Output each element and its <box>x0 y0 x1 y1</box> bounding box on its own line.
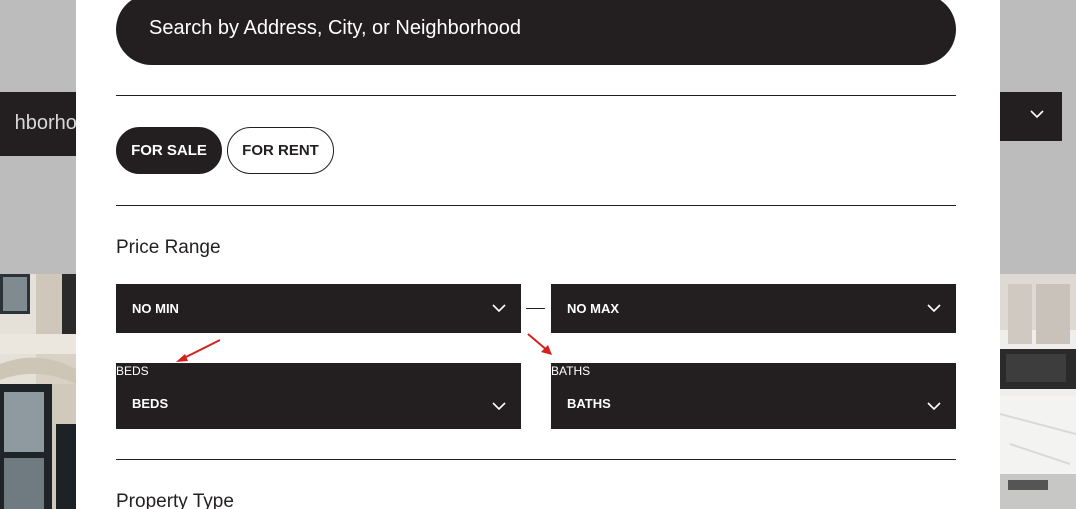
background-kitchen-photo <box>1000 274 1076 509</box>
beds-label: BEDS <box>116 364 149 378</box>
price-min-select[interactable]: NO MIN <box>116 284 521 333</box>
chevron-down-icon <box>927 304 941 313</box>
divider <box>116 205 956 206</box>
for-rent-button[interactable]: FOR RENT <box>227 127 334 174</box>
divider <box>116 95 956 96</box>
beds-value: BEDS <box>132 396 169 411</box>
price-min-value: NO MIN <box>132 301 179 316</box>
background-dropdown <box>992 92 1062 141</box>
red-arrow-icon <box>527 333 552 355</box>
divider <box>116 459 956 460</box>
baths-label: BATHS <box>551 364 591 378</box>
search-filter-modal: Search by Address, City, or Neighborhood… <box>76 0 1000 509</box>
chevron-down-icon <box>492 402 506 411</box>
price-max-select[interactable]: NO MAX <box>551 284 956 333</box>
beds-select[interactable]: BEDS <box>116 363 521 429</box>
chevron-down-icon <box>927 402 941 411</box>
chevron-down-icon <box>492 304 506 313</box>
background-building-photo <box>0 274 76 509</box>
search-input[interactable]: Search by Address, City, or Neighborhood <box>116 0 956 65</box>
price-range-title: Price Range <box>116 237 221 258</box>
for-sale-button[interactable]: FOR SALE <box>116 127 222 174</box>
baths-select[interactable]: BATHS <box>551 363 956 429</box>
property-type-title: Property Type <box>116 491 234 509</box>
chevron-down-icon <box>1030 110 1044 119</box>
range-separator <box>526 308 545 309</box>
price-max-value: NO MAX <box>567 301 619 316</box>
baths-value: BATHS <box>567 396 611 411</box>
red-arrow-icon <box>176 339 221 362</box>
